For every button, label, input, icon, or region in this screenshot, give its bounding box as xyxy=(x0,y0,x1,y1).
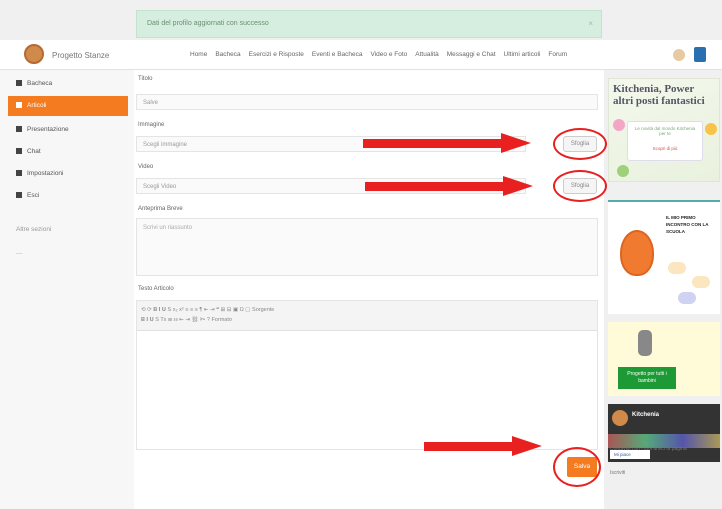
sidebar-item-bacheca[interactable]: Bacheca xyxy=(8,74,128,94)
sidebar-item-chat[interactable]: Chat xyxy=(8,142,128,162)
home-icon xyxy=(16,80,22,87)
file-icon xyxy=(16,126,22,133)
ad-body: Le novità dal mondo Kitchenia per te Sco… xyxy=(627,121,703,161)
nav-item-eventi[interactable]: Eventi e Bacheca xyxy=(312,51,363,58)
badge-icon xyxy=(668,262,686,274)
title-label: Titolo xyxy=(138,76,153,82)
nav-item-attualita[interactable]: Attualità xyxy=(415,51,439,58)
sidebar-item-impostazioni[interactable]: Impostazioni xyxy=(8,164,128,184)
editor-toolbar[interactable]: ⟲ ⟳ 𝐁 𝐈 𝐔 S x₂ x² ≡ ≡ ≡ ¶ ⇤ ⇥ ❝ ⊞ ⊟ ▣ Ω … xyxy=(137,301,597,331)
annotation-circle-icon xyxy=(553,447,601,487)
ad-text: IL MIO PRIMO INCONTRO CON LA SCUOLA xyxy=(666,215,709,234)
image-label: Immagine xyxy=(138,122,165,128)
site-brand[interactable]: Progetto Stanze xyxy=(52,51,109,60)
annotation-circle-icon xyxy=(553,128,607,160)
top-header: Progetto Stanze Home Bacheca Esercizi e … xyxy=(0,40,722,70)
notification-icon[interactable] xyxy=(694,47,706,62)
egg-illustration-icon xyxy=(620,230,654,276)
annotation-circle-icon xyxy=(553,170,607,202)
sidebar-item-esci[interactable]: Esci xyxy=(8,186,128,206)
ad-cta-button[interactable]: Progetto per tutti i bambini xyxy=(618,367,676,389)
badge-icon xyxy=(678,292,696,304)
person-icon xyxy=(638,330,652,356)
subscribe-text: Iscriviti xyxy=(610,470,626,476)
sidebar: Bacheca Articoli Presentazione Chat Impo… xyxy=(0,70,134,509)
document-icon xyxy=(16,102,22,109)
ads-column: Kitchenia, Power altri posti fantastici … xyxy=(608,70,722,509)
sidebar-item-presentazione[interactable]: Presentazione xyxy=(8,120,128,140)
toolbar-row-1[interactable]: ⟲ ⟳ 𝐁 𝐈 𝐔 S x₂ x² ≡ ≡ ≡ ¶ ⇤ ⇥ ❝ ⊞ ⊟ ▣ Ω … xyxy=(141,305,593,315)
sidebar-item-articoli[interactable]: Articoli xyxy=(8,96,128,116)
nav-item-forum[interactable]: Forum xyxy=(548,51,567,58)
badge-icon xyxy=(692,276,710,288)
ad-banner-school[interactable]: IL MIO PRIMO INCONTRO CON LA SCUOLA xyxy=(608,200,720,314)
annotation-arrow-icon xyxy=(365,176,533,196)
toolbar-row-2[interactable]: 𝐁 𝐈 𝐔 S Tx ☰ ☷ ⇤ ⇥ ⛓ ✂ ? Formato xyxy=(141,315,593,325)
short-preview-textarea[interactable]: Scrivi un riassunto xyxy=(136,218,598,276)
flower-icon xyxy=(613,119,625,131)
ad-banner-children[interactable]: Progetto per tutti i bambini xyxy=(608,322,720,396)
flower-icon xyxy=(705,123,717,135)
annotation-arrow-icon xyxy=(363,133,531,153)
rich-text-editor[interactable]: ⟲ ⟳ 𝐁 𝐈 𝐔 S x₂ x² ≡ ≡ ≡ ¶ ⇤ ⇥ ❝ ⊞ ⊟ ▣ Ω … xyxy=(136,300,598,450)
site-logo[interactable] xyxy=(24,44,44,64)
user-avatar-icon[interactable] xyxy=(673,49,685,61)
nav-item-articoli[interactable]: Ultimi articoli xyxy=(504,51,541,58)
main-nav: Home Bacheca Esercizi e Risposte Eventi … xyxy=(190,51,567,58)
video-label: Video xyxy=(138,164,154,170)
short-preview-label: Anteprima Breve xyxy=(138,206,183,212)
nav-item-messaggi[interactable]: Messaggi e Chat xyxy=(447,51,496,58)
nav-item-home[interactable]: Home xyxy=(190,51,207,58)
body-label: Testo Articolo xyxy=(138,286,174,292)
close-icon[interactable]: × xyxy=(588,19,593,28)
flower-icon xyxy=(617,165,629,177)
nav-item-video[interactable]: Video e Foto xyxy=(371,51,408,58)
gear-icon xyxy=(16,170,22,177)
success-alert: Dati del profilo aggiornati con successo… xyxy=(136,10,602,38)
ad-banner-kitchenia[interactable]: Kitchenia, Power altri posti fantastici … xyxy=(608,78,720,182)
sidebar-divider: — xyxy=(16,250,23,257)
share-text: Condividi con i tuoi amici la pagina xyxy=(610,446,687,452)
page-name[interactable]: Kitchenia xyxy=(632,412,659,418)
title-input[interactable]: Salve xyxy=(136,94,598,110)
alert-message: Dati del profilo aggiornati con successo xyxy=(147,20,269,27)
sidebar-section-label: Altre sezioni xyxy=(16,226,52,233)
page-avatar xyxy=(612,410,628,426)
facebook-widget[interactable]: Kitchenia Mi piace xyxy=(608,404,720,462)
nav-item-bacheca[interactable]: Bacheca xyxy=(215,51,240,58)
ad-title: Kitchenia, Power altri posti fantastici xyxy=(613,83,705,107)
chat-icon xyxy=(16,148,22,155)
logout-icon xyxy=(16,192,22,199)
annotation-arrow-icon xyxy=(424,436,542,456)
nav-item-esercizi[interactable]: Esercizi e Risposte xyxy=(249,51,304,58)
